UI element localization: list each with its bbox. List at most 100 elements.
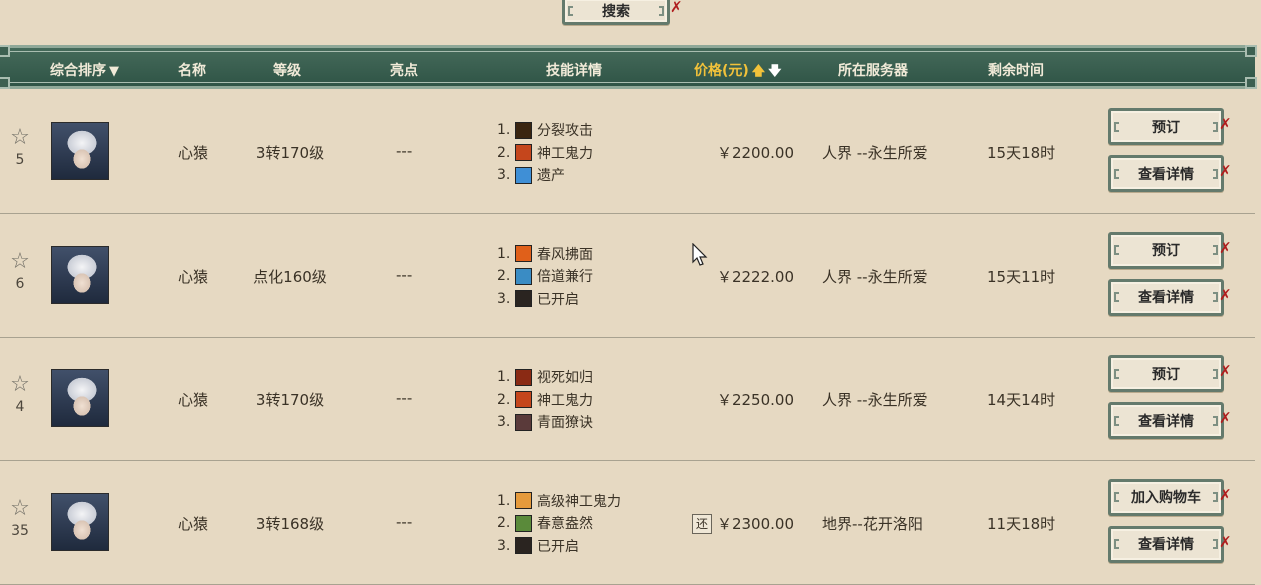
split-attack-icon: [515, 121, 532, 139]
skill-name: 神工鬼力: [537, 145, 593, 162]
skill-item[interactable]: 3. 青面獠诀: [497, 411, 593, 434]
skill-list: 1. 视死如归 2. 神工鬼力 3. 青面獠诀: [497, 366, 593, 434]
item-server: 地界--花开洛阳: [822, 514, 923, 533]
corner-ornament: [0, 77, 10, 89]
sort-dropdown[interactable]: 综合排序 ▼: [50, 52, 119, 90]
skill-item[interactable]: 3. 已开启: [497, 535, 621, 558]
tassel-icon: ✗: [1219, 409, 1232, 427]
skill-item[interactable]: 1. 视死如归: [497, 366, 593, 389]
skill-index: 3.: [497, 414, 511, 431]
column-time: 剩余时间: [988, 63, 1044, 79]
unlocked-slot-icon: [515, 290, 532, 308]
star-icon[interactable]: ☆: [7, 250, 33, 273]
legacy-icon: [515, 166, 532, 184]
item-highlight: ---: [396, 142, 413, 160]
sort-label: 综合排序: [50, 63, 106, 79]
skill-item[interactable]: 1. 高级神工鬼力: [497, 490, 621, 513]
item-name: 心猿: [178, 514, 209, 533]
button-label: 查看详情: [1138, 537, 1194, 553]
button-label: 查看详情: [1138, 413, 1194, 430]
button-label: 查看详情: [1138, 290, 1194, 306]
caret-down-icon: ▼: [109, 64, 119, 79]
fearless-icon: [515, 368, 532, 386]
divine-power-icon: [515, 144, 532, 162]
skill-name: 神工鬼力: [537, 392, 593, 409]
item-level: 点化160级: [253, 267, 327, 286]
skill-item[interactable]: 1. 分裂攻击: [497, 119, 593, 142]
skill-item[interactable]: 2. 倍道兼行: [497, 265, 593, 288]
add-to-cart-button[interactable]: 加入购物车: [1108, 478, 1224, 516]
spring-vitality-icon: [515, 514, 532, 532]
character-avatar[interactable]: [51, 369, 109, 427]
star-icon[interactable]: ☆: [7, 127, 33, 149]
sort-up-icon[interactable]: 🡅: [752, 64, 765, 79]
tassel-icon: ✗: [1219, 238, 1232, 257]
reserve-button[interactable]: 预订: [1108, 108, 1224, 145]
skill-index: 2.: [497, 515, 511, 532]
price-sort[interactable]: 价格(元) 🡅 🡇: [694, 52, 782, 90]
skill-item[interactable]: 2. 神工鬼力: [497, 389, 593, 412]
favorite-toggle[interactable]: ☆ 35: [7, 497, 33, 539]
tassel-icon: ✗: [1219, 485, 1232, 504]
skill-index: 1.: [497, 492, 511, 509]
sort-down-icon[interactable]: 🡇: [768, 64, 781, 79]
item-remaining-time: 14天14时: [987, 391, 1056, 409]
skill-list: 1. 分裂攻击 2. 神工鬼力 3. 遗产: [497, 119, 593, 187]
column-level: 等级: [273, 63, 301, 79]
skill-name: 春意盎然: [537, 516, 593, 533]
favorite-toggle[interactable]: ☆ 6: [7, 250, 33, 292]
favorite-count: 35: [11, 522, 29, 539]
skill-item[interactable]: 3. 遗产: [497, 164, 593, 187]
favorite-toggle[interactable]: ☆ 4: [7, 374, 33, 416]
column-skills: 技能详情: [546, 63, 602, 79]
reserve-button[interactable]: 预订: [1108, 355, 1224, 392]
skill-index: 1.: [497, 245, 511, 262]
tassel-icon: ✗: [1219, 115, 1232, 133]
character-avatar[interactable]: [51, 492, 109, 551]
spring-breeze-icon: [515, 245, 532, 263]
skill-name: 高级神工鬼力: [537, 493, 621, 510]
column-name: 名称: [178, 63, 206, 79]
table-row: ☆ 6 心猿 点化160级 --- 1. 春风拂面 2. 倍道兼行 3. 已开启…: [0, 215, 1255, 338]
item-price: ￥2250.00: [716, 391, 794, 409]
skill-index: 3.: [497, 167, 511, 184]
skill-item[interactable]: 1. 春风拂面: [497, 243, 593, 266]
view-details-button[interactable]: 查看详情: [1108, 402, 1224, 439]
item-highlight: ---: [396, 389, 413, 407]
button-label: 加入购物车: [1131, 490, 1201, 506]
star-icon[interactable]: ☆: [7, 497, 33, 520]
skill-item[interactable]: 2. 神工鬼力: [497, 142, 593, 165]
item-highlight: ---: [396, 512, 413, 531]
header-inner: 综合排序 ▼ 名称 等级 亮点 技能详情 价格(元) 🡅 🡇 所在服务器 剩余时间: [8, 51, 1247, 83]
favorite-count: 4: [15, 399, 25, 415]
tassel-icon: ✗: [1219, 162, 1232, 180]
skill-item[interactable]: 2. 春意盎然: [497, 512, 621, 535]
skill-index: 1.: [497, 369, 511, 386]
item-name: 心猿: [178, 144, 209, 162]
corner-ornament: [1245, 77, 1257, 89]
view-details-button[interactable]: 查看详情: [1108, 525, 1224, 563]
tassel-icon: ✗: [1219, 362, 1232, 380]
item-level: 3转170级: [255, 144, 325, 162]
view-details-button[interactable]: 查看详情: [1108, 278, 1224, 316]
favorite-count: 5: [15, 152, 25, 168]
item-remaining-time: 15天18时: [987, 144, 1056, 162]
table-row: ☆ 5 心猿 3转170级 --- 1. 分裂攻击 2. 神工鬼力 3. 遗产 …: [0, 91, 1255, 214]
item-server: 人界 --永生所爱: [822, 144, 928, 162]
double-march-icon: [515, 267, 532, 285]
character-avatar[interactable]: [51, 245, 109, 304]
reserve-button[interactable]: 预订: [1108, 231, 1224, 269]
tassel-icon: ✗: [1219, 285, 1232, 304]
skill-name: 青面獠诀: [537, 415, 593, 432]
search-button[interactable]: 搜索: [562, 0, 670, 25]
mouse-cursor-icon: [692, 243, 708, 266]
star-icon[interactable]: ☆: [7, 374, 33, 396]
skill-name: 春风拂面: [537, 246, 593, 263]
view-details-button[interactable]: 查看详情: [1108, 155, 1224, 192]
corner-ornament: [1245, 45, 1257, 57]
character-avatar[interactable]: [51, 122, 109, 180]
item-name: 心猿: [178, 267, 209, 286]
skill-item[interactable]: 3. 已开启: [497, 288, 593, 311]
favorite-toggle[interactable]: ☆ 5: [7, 127, 33, 169]
skill-index: 2.: [497, 268, 511, 285]
